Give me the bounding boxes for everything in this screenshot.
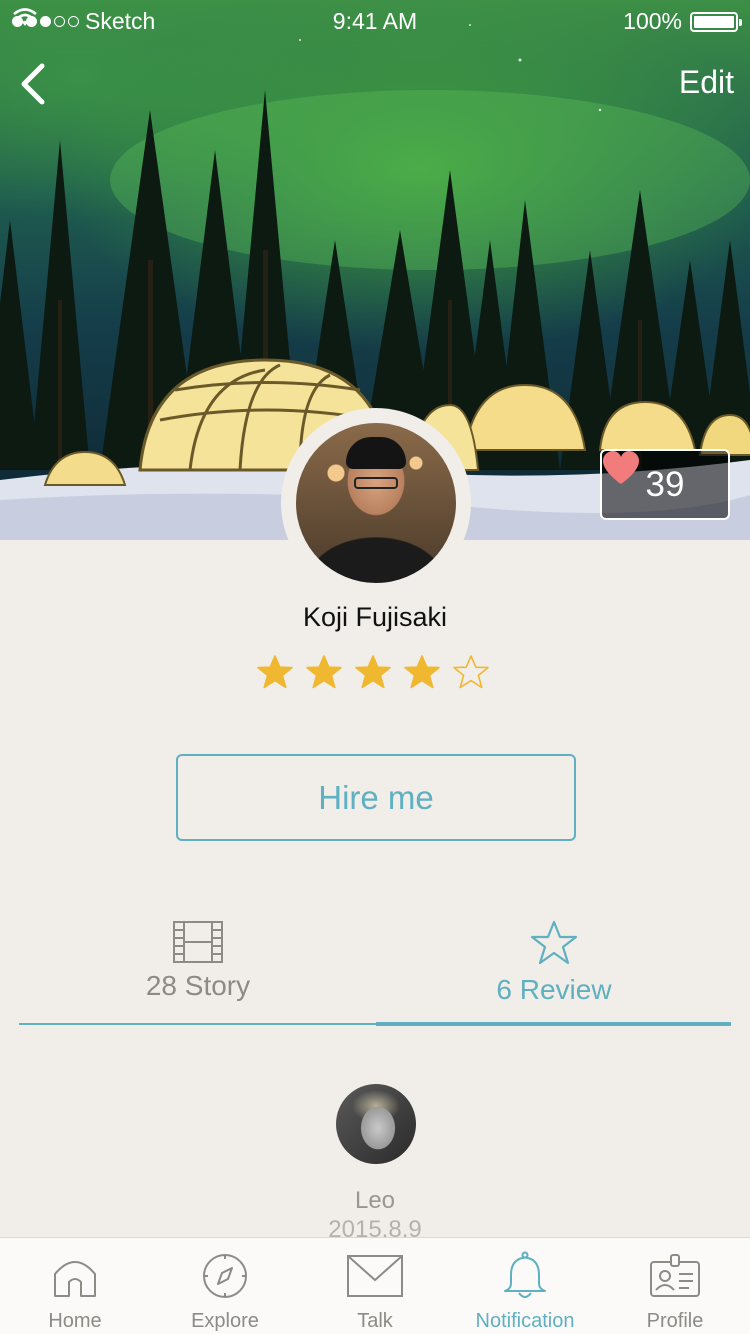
reviewer-name: Leo	[354, 1187, 396, 1214]
tab-story[interactable]: 28 Story	[20, 920, 376, 1026]
status-bar: Sketch 9:41 AM 100%	[0, 0, 750, 40]
reviewer-avatar[interactable]	[336, 1084, 416, 1164]
star-filled-icon	[404, 655, 440, 689]
battery-percent: 100%	[623, 8, 682, 34]
star-empty-icon	[453, 655, 489, 689]
film-icon	[173, 921, 223, 963]
star-outline-icon	[530, 920, 578, 965]
tabbar-item-notification[interactable]: Notification	[450, 1238, 600, 1334]
tabbar-label-notification: Notification	[475, 1310, 575, 1332]
battery-icon	[690, 11, 742, 32]
heart-icon	[603, 451, 639, 484]
back-button[interactable]	[14, 60, 54, 108]
star-filled-icon	[306, 655, 342, 689]
chevron-left-icon	[21, 63, 45, 105]
tabbar-label-explore: Explore	[191, 1310, 259, 1332]
bell-icon	[504, 1251, 546, 1298]
tab-review-label: 6 Review	[496, 974, 612, 1005]
profile-avatar[interactable]	[296, 423, 456, 583]
like-count: 39	[645, 464, 685, 504]
battery-group: 100%	[623, 8, 742, 35]
tabbar-label-profile: Profile	[646, 1310, 704, 1332]
rating-stars	[257, 654, 489, 690]
tabbar-item-explore[interactable]: Explore	[150, 1238, 300, 1334]
like-button[interactable]: 39	[600, 449, 730, 520]
star-filled-icon	[355, 655, 391, 689]
tab-story-label: 28 Story	[145, 970, 251, 1001]
hire-me-button[interactable]: Hire me	[176, 754, 576, 841]
tabbar-item-talk[interactable]: Talk	[300, 1238, 450, 1334]
tabbar-item-home[interactable]: Home	[0, 1238, 150, 1334]
home-icon	[54, 1261, 96, 1297]
star-filled-icon	[257, 655, 293, 689]
tabbar-label-home: Home	[48, 1310, 102, 1332]
profile-avatar-ring	[281, 408, 471, 598]
envelope-icon	[347, 1255, 403, 1297]
tab-review[interactable]: 6 Review	[376, 920, 732, 1026]
edit-button[interactable]: Edit	[679, 64, 734, 101]
id-card-icon	[650, 1254, 700, 1297]
tab-active-indicator	[376, 1022, 731, 1026]
tabbar-item-profile[interactable]: Profile	[600, 1238, 750, 1334]
bottom-tab-bar: Home Explore Talk Notification Profile	[0, 1237, 750, 1334]
tabbar-label-talk: Talk	[357, 1310, 393, 1332]
compass-icon	[203, 1254, 247, 1298]
profile-name: Koji Fujisaki	[302, 602, 448, 632]
tab-divider	[19, 1023, 376, 1025]
